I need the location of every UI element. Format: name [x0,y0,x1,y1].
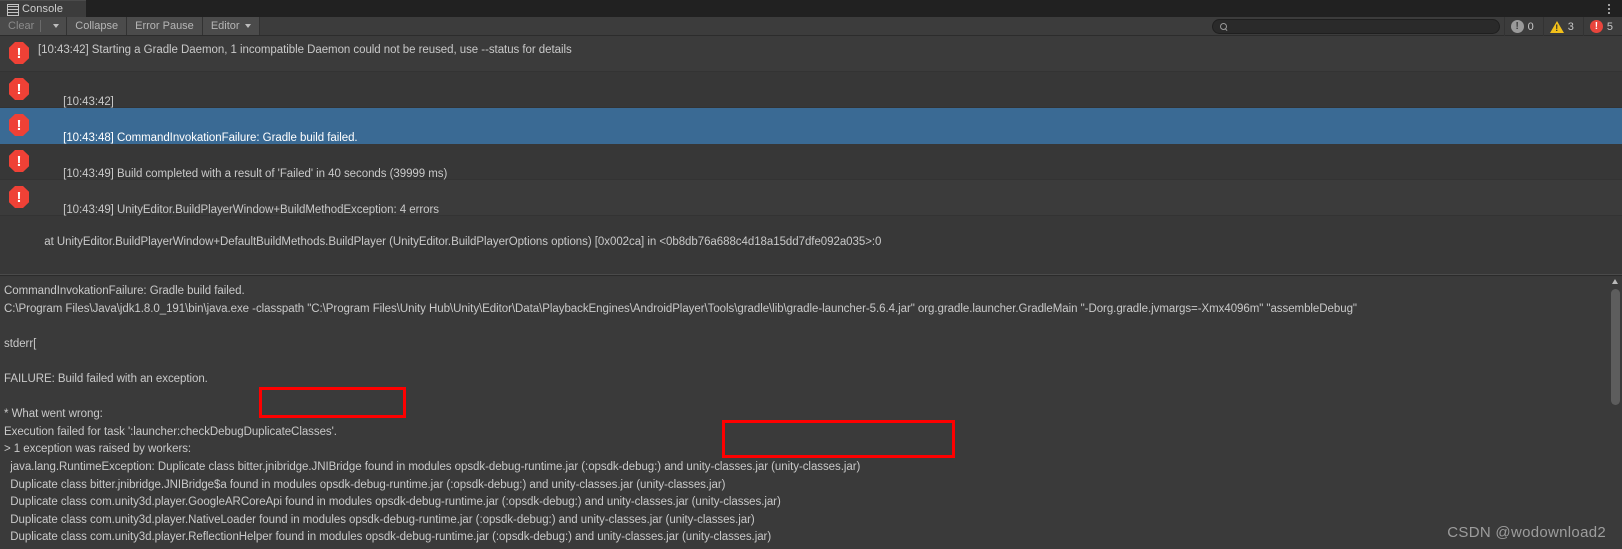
table-row[interactable]: ! [10:43:49] UnityEditor.BuildPlayerWind… [0,180,1622,248]
chevron-down-icon [244,24,251,28]
detail-line: Execution failed for task ':launcher:che… [4,425,337,438]
kebab-menu-icon[interactable] [1602,1,1616,16]
error-circle-icon: ! [1589,20,1603,33]
detail-blank-line [4,353,1622,371]
error-pause-button[interactable]: Error Pause [127,17,203,35]
search-box[interactable] [1211,19,1500,34]
console-log-list[interactable]: ! [10:43:42] Starting a Gradle Daemon, 1… [0,36,1622,258]
clear-dropdown-button[interactable] [41,24,66,28]
error-icon: ! [8,114,30,136]
detail-line: Duplicate class com.unity3d.player.Refle… [4,531,772,544]
info-count: 0 [1527,20,1534,33]
table-row[interactable]: ! [10:43:42] Starting a Gradle Daemon, 1… [0,36,1622,72]
detail-line: Duplicate class com.unity3d.player.Googl… [4,496,781,509]
detail-line: * What went wrong: [4,408,103,421]
detail-line: Duplicate class bitter.jnibridge.JNIBrid… [4,478,726,491]
table-row-selected[interactable]: ! [10:43:48] CommandInvokationFailure: G… [0,108,1622,176]
console-detail-pane[interactable]: CommandInvokationFailure: Gradle build f… [0,277,1622,549]
editor-dropdown-label: Editor [210,20,240,32]
log-entry-line1: [10:43:49] Build completed with a result… [63,168,448,180]
window-tab-strip: Console [0,0,1622,17]
log-entry-text: [10:43:49] UnityEditor.BuildPlayerWindow… [38,185,881,258]
toolbar-spacer [259,17,1212,35]
scroll-up-arrow-icon[interactable] [1612,279,1618,284]
scrollbar-thumb[interactable] [1611,289,1620,405]
console-icon [7,4,19,16]
pane-splitter[interactable] [0,258,1622,276]
console-toolbar: Clear Collapse Error Pause Editor ! 0 ! … [0,17,1622,36]
error-counter[interactable]: ! 5 [1582,17,1622,36]
detail-line: java.lang.RuntimeException: Duplicate cl… [4,460,861,473]
detail-scrollbar[interactable] [1609,277,1622,549]
detail-line: FAILURE: Build failed with an exception. [4,372,208,385]
tab-console[interactable]: Console [0,0,86,17]
search-input[interactable] [1232,21,1492,32]
log-entry-line1: [10:43:48] CommandInvokationFailure: Gra… [63,132,358,144]
warning-triangle-icon: ! [1549,20,1564,33]
unity-console-window: Console Clear Collapse Error Pause Edito… [0,0,1622,549]
detail-line: CommandInvokationFailure: Gradle build f… [4,285,245,297]
watermark-text: CSDN @wodownload2 [1447,524,1606,541]
table-row[interactable]: ! [10:43:49] Build completed with a resu… [0,144,1622,212]
tab-console-label: Console [22,3,64,15]
log-entry-line1: [10:43:49] UnityEditor.BuildPlayerWindow… [63,204,440,216]
collapse-button[interactable]: Collapse [67,17,128,35]
search-icon [1219,22,1228,31]
detail-line: C:\Program Files\Java\jdk1.8.0_191\bin\j… [4,302,1357,315]
error-count: 5 [1606,20,1613,33]
editor-dropdown-button[interactable]: Editor [202,17,260,35]
clear-button-group[interactable]: Clear [0,17,68,35]
chevron-down-icon [53,24,60,28]
error-icon: ! [8,42,30,64]
detail-line: stderr[ [4,337,37,350]
error-icon: ! [8,150,30,172]
detail-blank-line [4,318,1622,336]
detail-blank-line [4,389,1622,407]
detail-line: > 1 exception was raised by workers: [4,443,192,456]
info-badge-icon: ! [1510,20,1524,33]
warning-counter[interactable]: ! 3 [1542,17,1583,36]
log-entry-line1: [10:43:42] [63,96,114,108]
detail-line: Duplicate class com.unity3d.player.Nativ… [4,513,755,526]
clear-button-label: Clear [8,20,35,32]
log-entry-text: [10:43:42] Starting a Gradle Daemon, 1 i… [38,44,572,56]
error-icon: ! [8,186,30,208]
table-row[interactable]: ! [10:43:42] FAILURE: Build failed with … [0,72,1622,140]
info-counter[interactable]: ! 0 [1503,17,1543,36]
warning-count: 3 [1567,20,1574,33]
log-counters: ! 0 ! 3 ! 5 [1503,17,1622,36]
error-icon: ! [8,78,30,100]
log-entry-line2: at UnityEditor.BuildPlayerWindow+Default… [38,236,882,248]
